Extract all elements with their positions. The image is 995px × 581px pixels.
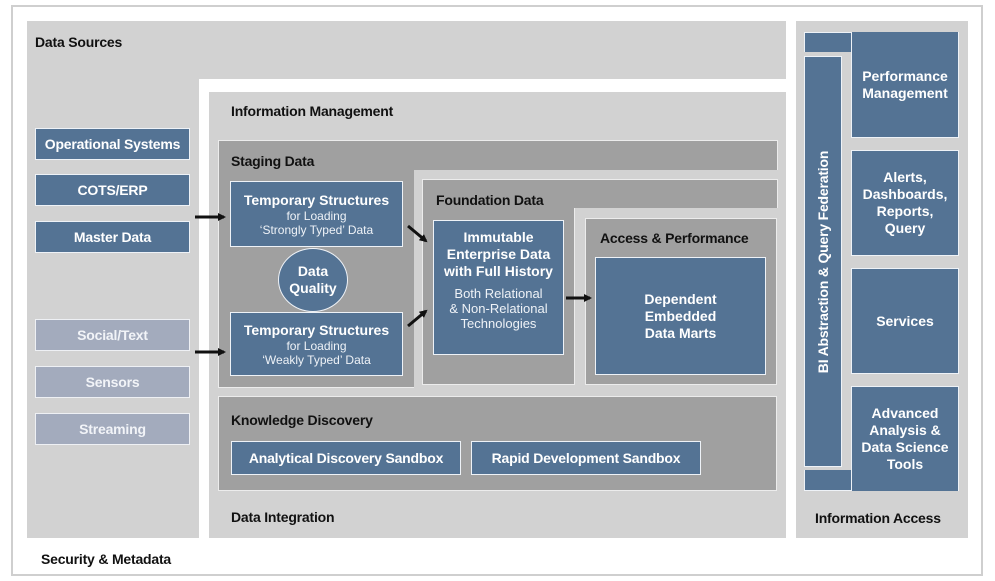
flow-arrows [195, 213, 592, 356]
arrow-strong-to-foundation [407, 224, 428, 243]
arrow-weak-to-foundation [407, 309, 428, 328]
